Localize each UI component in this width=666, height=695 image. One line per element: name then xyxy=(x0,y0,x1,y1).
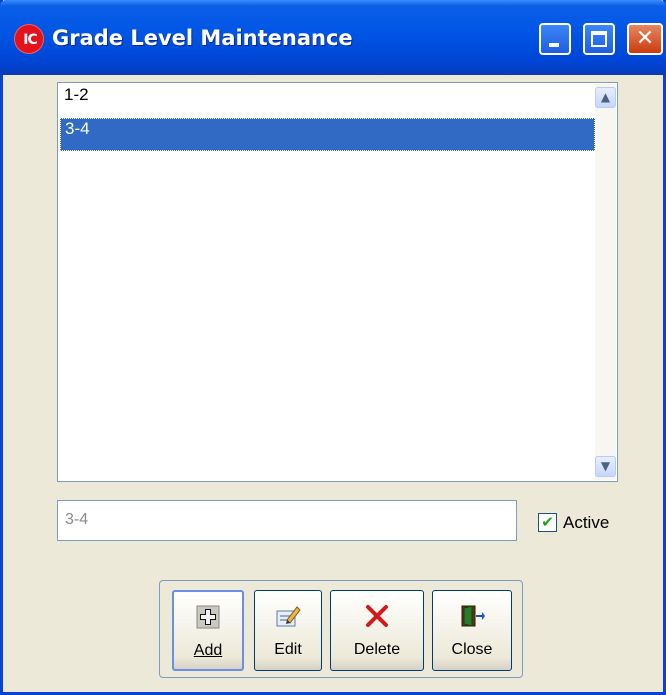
edit-button-label: Edit xyxy=(274,641,302,658)
delete-button[interactable]: Delete xyxy=(330,590,424,671)
close-icon: ✕ xyxy=(635,26,655,51)
close-button[interactable]: Close xyxy=(432,590,512,671)
grade-level-list[interactable]: 1-2 3-4 ▲ ▼ xyxy=(57,82,618,482)
minimize-button[interactable] xyxy=(539,23,571,55)
scroll-up-button[interactable]: ▲ xyxy=(595,87,616,108)
maximize-icon xyxy=(591,31,607,47)
edit-button[interactable]: Edit xyxy=(254,590,322,671)
chevron-down-icon: ▼ xyxy=(600,459,611,473)
close-window-button[interactable]: ✕ xyxy=(627,23,663,55)
app-window: IC Grade Level Maintenance ✕ 1-2 3-4 ▲ ▼… xyxy=(0,0,666,695)
scroll-down-button[interactable]: ▼ xyxy=(595,456,616,477)
exit-door-icon xyxy=(461,605,485,627)
close-button-label: Close xyxy=(451,641,493,658)
window-title: Grade Level Maintenance xyxy=(52,26,353,50)
app-icon[interactable]: IC xyxy=(14,24,44,54)
app-icon-glyph: IC xyxy=(23,32,37,48)
plus-icon xyxy=(196,605,220,629)
list-items: 1-2 3-4 xyxy=(60,85,595,151)
delete-button-label: Delete xyxy=(353,641,401,658)
grade-level-field[interactable]: 3-4 xyxy=(57,500,517,541)
add-button-label: Add xyxy=(193,642,223,659)
list-item[interactable]: 1-2 xyxy=(60,85,595,118)
chevron-up-icon: ▲ xyxy=(600,90,611,104)
vertical-scrollbar[interactable]: ▲ ▼ xyxy=(595,84,616,480)
active-label[interactable]: Active xyxy=(563,512,609,534)
active-checkbox[interactable]: ✔ xyxy=(538,513,557,532)
title-bar[interactable]: IC Grade Level Maintenance ✕ xyxy=(0,0,666,75)
action-toolbar: Add Edit Delete Close xyxy=(159,580,523,678)
checkmark-icon: ✔ xyxy=(541,513,554,531)
maximize-button[interactable] xyxy=(583,23,615,55)
delete-x-icon xyxy=(366,605,388,627)
add-button[interactable]: Add xyxy=(172,590,244,671)
pencil-icon xyxy=(276,606,301,627)
list-item-selected[interactable]: 3-4 xyxy=(60,118,595,151)
minimize-icon xyxy=(549,43,559,47)
